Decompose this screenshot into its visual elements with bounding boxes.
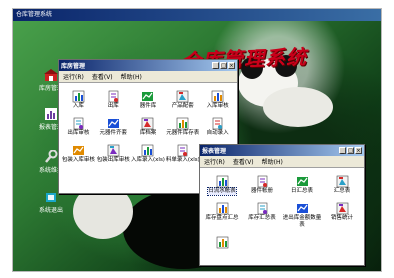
stock-table-icon (176, 115, 189, 130)
win1-item-package-out-audit[interactable]: 包装出库审核 (96, 142, 131, 164)
window-title: 库房管理 (61, 63, 86, 70)
item-label: 器件库 (139, 103, 157, 109)
item-label: 元器件齐套 (99, 130, 127, 136)
package-audit-icon (72, 142, 85, 155)
item-label: 日汇总表 (290, 188, 313, 194)
item-label: 日流水帐表 (207, 187, 237, 196)
daily-ledger-icon (216, 173, 229, 188)
item-label: 库存盘点汇总 (205, 215, 239, 221)
win2-item-daily-ledger[interactable]: 日流水帐表 (202, 173, 242, 196)
item-label: 出库 (107, 103, 119, 109)
menu-run[interactable]: 运行(R) (63, 72, 84, 81)
item-label: 产品配套 (171, 103, 194, 109)
inbound-audit-icon (211, 88, 224, 103)
close-icon[interactable]: × (228, 62, 235, 69)
win1-item-archive[interactable]: 库档案 (131, 115, 166, 137)
item-label: 入库审核 (206, 103, 229, 109)
stock-summary-icon (256, 200, 269, 215)
window-titlebar[interactable]: 库房管理 _ □ × (59, 60, 237, 71)
win1-item-import-in-xls[interactable]: 入库录入(xls) (131, 142, 166, 164)
inbound-icon (72, 88, 85, 103)
component-kit-icon (107, 115, 120, 128)
minimize-icon[interactable]: _ (212, 62, 219, 69)
win2-item-chart[interactable] (202, 234, 242, 249)
window-titlebar[interactable]: 报表管理 _ □ × (200, 145, 364, 156)
wrench-icon (44, 149, 58, 163)
win1-item-outbound[interactable]: 出库 (96, 88, 131, 110)
import-bom-xls-icon (176, 142, 189, 157)
item-label: 元器件库存表 (166, 130, 200, 136)
win2-item-parts-ledger[interactable]: 器件帐册 (242, 173, 282, 195)
item-label: 进出库金额数量表 (282, 215, 322, 228)
win1-item-product-kit[interactable]: 产品配套 (165, 88, 200, 110)
maximize-icon[interactable]: □ (347, 147, 354, 154)
maximize-icon[interactable]: □ (220, 62, 227, 69)
win2-item-inventory-check[interactable]: 库存盘点汇总 (202, 200, 242, 229)
win2-item-sales-stats[interactable]: 销售统计 (322, 200, 362, 229)
outbound-audit-icon (72, 115, 85, 130)
app-title: 仓库管理系统 (16, 11, 53, 18)
win2-item-daily-summary[interactable]: 日汇总表 (282, 173, 322, 195)
window-content: 日流水帐表 器件帐册 日汇总表 汇总表库存盘点汇总 库存汇总表 进出库金额数量表 销售统计 (200, 167, 364, 265)
win1-item-inbound[interactable]: 入库 (61, 88, 96, 110)
exit-icon (44, 189, 58, 203)
win1-item-auto-entry[interactable]: 自动录入 (200, 115, 235, 137)
item-label: 库存汇总表 (248, 215, 276, 221)
import-in-xls-icon (141, 142, 154, 157)
win1-item-parts-library[interactable]: 器件库 (131, 88, 166, 110)
chart-icon (216, 234, 229, 249)
auto-entry-icon (211, 115, 224, 130)
item-label: 出库审核 (67, 130, 90, 136)
minimize-icon[interactable]: _ (339, 147, 346, 154)
menu-view[interactable]: 查看(V) (233, 157, 254, 166)
item-label: 入库录入(xls) (131, 157, 165, 163)
sales-stats-icon (336, 200, 349, 215)
item-label: 库档案 (139, 130, 157, 136)
inventory-check-icon (216, 200, 229, 215)
summary-icon (336, 173, 349, 188)
app-titlebar: 仓库管理系统 (13, 9, 381, 21)
outbound-icon (107, 88, 120, 103)
report-icon (44, 106, 58, 120)
item-label: 料单录入(xls) (165, 157, 200, 163)
warehouse-icon (44, 67, 58, 81)
desktop: 仓库管理系统 仓库管理系统 库房管理 报表管理 系统维护 系统退出 库房管理 _… (12, 8, 382, 272)
item-label: 包装入库审核 (61, 157, 95, 163)
menubar: 运行(R) 查看(V) 帮助(H) (59, 71, 237, 82)
menubar: 运行(R) 查看(V) 帮助(H) (200, 156, 364, 167)
win1-item-component-kit[interactable]: 元器件齐套 (96, 115, 131, 137)
item-label: 器件帐册 (250, 188, 273, 194)
menu-run[interactable]: 运行(R) (204, 157, 225, 166)
item-label: 包装出库审核 (96, 157, 130, 163)
item-label: 销售统计 (330, 215, 353, 221)
parts-library-icon (141, 88, 154, 101)
menu-help[interactable]: 帮助(H) (121, 72, 142, 81)
item-label: 自动录入 (206, 130, 229, 136)
win1-item-stock-table[interactable]: 元器件库存表 (165, 115, 200, 137)
win2-item-summary[interactable]: 汇总表 (322, 173, 362, 195)
menu-help[interactable]: 帮助(H) (262, 157, 283, 166)
daily-summary-icon (296, 173, 309, 186)
close-icon[interactable]: × (355, 147, 362, 154)
item-label: 入库 (72, 103, 84, 109)
archive-icon (141, 115, 154, 130)
win1-item-outbound-audit[interactable]: 出库审核 (61, 115, 96, 137)
parts-ledger-icon (256, 173, 269, 188)
win2-item-stock-summary[interactable]: 库存汇总表 (242, 200, 282, 229)
menu-view[interactable]: 查看(V) (92, 72, 113, 81)
reports-window[interactable]: 报表管理 _ □ × 运行(R) 查看(V) 帮助(H) 日流水帐表 器件帐册 日汇… (199, 144, 365, 266)
win1-item-inbound-audit[interactable]: 入库审核 (200, 88, 235, 110)
panda-body-decoration (263, 87, 333, 127)
package-out-audit-icon (107, 142, 120, 157)
desktop-item-label: 系统退出 (38, 207, 63, 214)
item-label: 汇总表 (333, 188, 351, 194)
window-title: 报表管理 (202, 148, 227, 155)
win2-item-amount-qty[interactable]: 进出库金额数量表 (282, 200, 322, 229)
win1-item-import-bom-xls[interactable]: 料单录入(xls) (165, 142, 200, 164)
product-kit-icon (176, 88, 189, 103)
amount-qty-icon (296, 200, 309, 213)
win1-item-package-audit[interactable]: 包装入库审核 (61, 142, 96, 164)
